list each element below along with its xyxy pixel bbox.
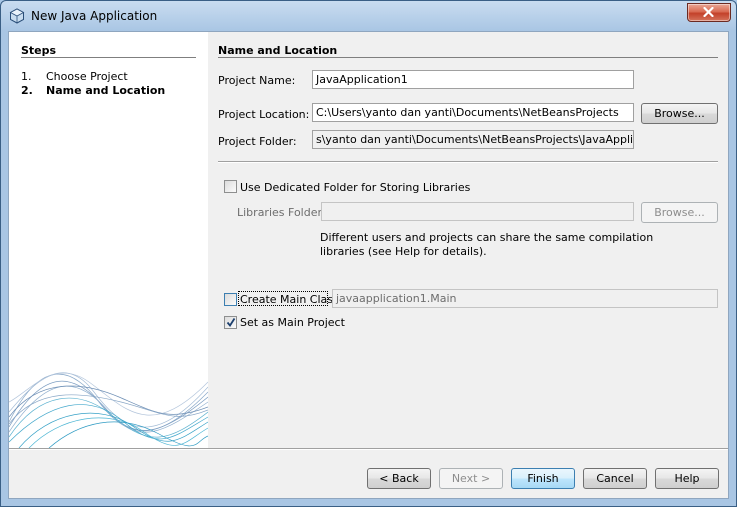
create-main-class-label[interactable]: Create Main Class [240, 293, 339, 306]
dialog-window: New Java Application Steps 1. Choose Pro… [0, 0, 737, 507]
project-location-input[interactable]: C:\Users\yanto dan yanti\Documents\NetBe… [312, 103, 634, 122]
project-folder-field[interactable]: s\yanto dan yanti\Documents\NetBeansProj… [312, 130, 634, 149]
netbeans-cube-icon [9, 8, 25, 24]
libraries-folder-input[interactable] [321, 202, 634, 221]
close-icon [703, 7, 714, 17]
window-title: New Java Application [31, 9, 158, 23]
step-label: Name and Location [46, 84, 166, 97]
set-main-project-label[interactable]: Set as Main Project [240, 316, 345, 329]
libraries-note-line1: Different users and projects can share t… [320, 231, 654, 244]
dialog-content: Steps 1. Choose Project 2. Name and Loca… [8, 31, 729, 499]
steps-panel: Steps 1. Choose Project 2. Name and Loca… [9, 32, 208, 448]
close-button[interactable] [687, 3, 731, 22]
help-button[interactable]: Help [655, 468, 719, 489]
steps-divider [21, 57, 196, 58]
decorative-waves-image [9, 372, 208, 448]
project-name-label: Project Name: [218, 74, 296, 87]
step-number: 2. [21, 84, 33, 97]
libraries-note-line2: libraries (see Help for details). [320, 245, 487, 258]
set-main-project-checkbox[interactable] [224, 316, 237, 329]
back-button[interactable]: < Back [367, 468, 431, 489]
section-title: Name and Location [218, 44, 338, 57]
step-number: 1. [21, 70, 32, 83]
project-name-input[interactable]: JavaApplication1 [312, 70, 634, 89]
project-location-label: Project Location: [218, 108, 310, 121]
browse-libraries-button[interactable]: Browse... [641, 202, 718, 223]
cancel-button[interactable]: Cancel [583, 468, 647, 489]
separator [218, 161, 718, 163]
section-divider [218, 57, 718, 58]
dedicated-folder-checkbox[interactable] [224, 180, 237, 193]
checkmark-icon [226, 318, 236, 328]
title-bar[interactable]: New Java Application [1, 1, 736, 31]
footer-divider [9, 448, 728, 450]
dedicated-folder-label[interactable]: Use Dedicated Folder for Storing Librari… [240, 181, 470, 194]
main-panel: Name and Location Project Name: JavaAppl… [208, 32, 728, 448]
step-label: Choose Project [46, 70, 128, 83]
main-class-input[interactable]: javaapplication1.Main [332, 289, 718, 308]
create-main-class-checkbox[interactable] [224, 293, 237, 306]
steps-title: Steps [21, 44, 57, 57]
finish-button[interactable]: Finish [511, 468, 575, 489]
project-folder-label: Project Folder: [218, 135, 297, 148]
browse-location-button[interactable]: Browse... [641, 103, 718, 124]
next-button[interactable]: Next > [439, 468, 503, 489]
libraries-folder-label: Libraries Folder: [237, 206, 326, 219]
